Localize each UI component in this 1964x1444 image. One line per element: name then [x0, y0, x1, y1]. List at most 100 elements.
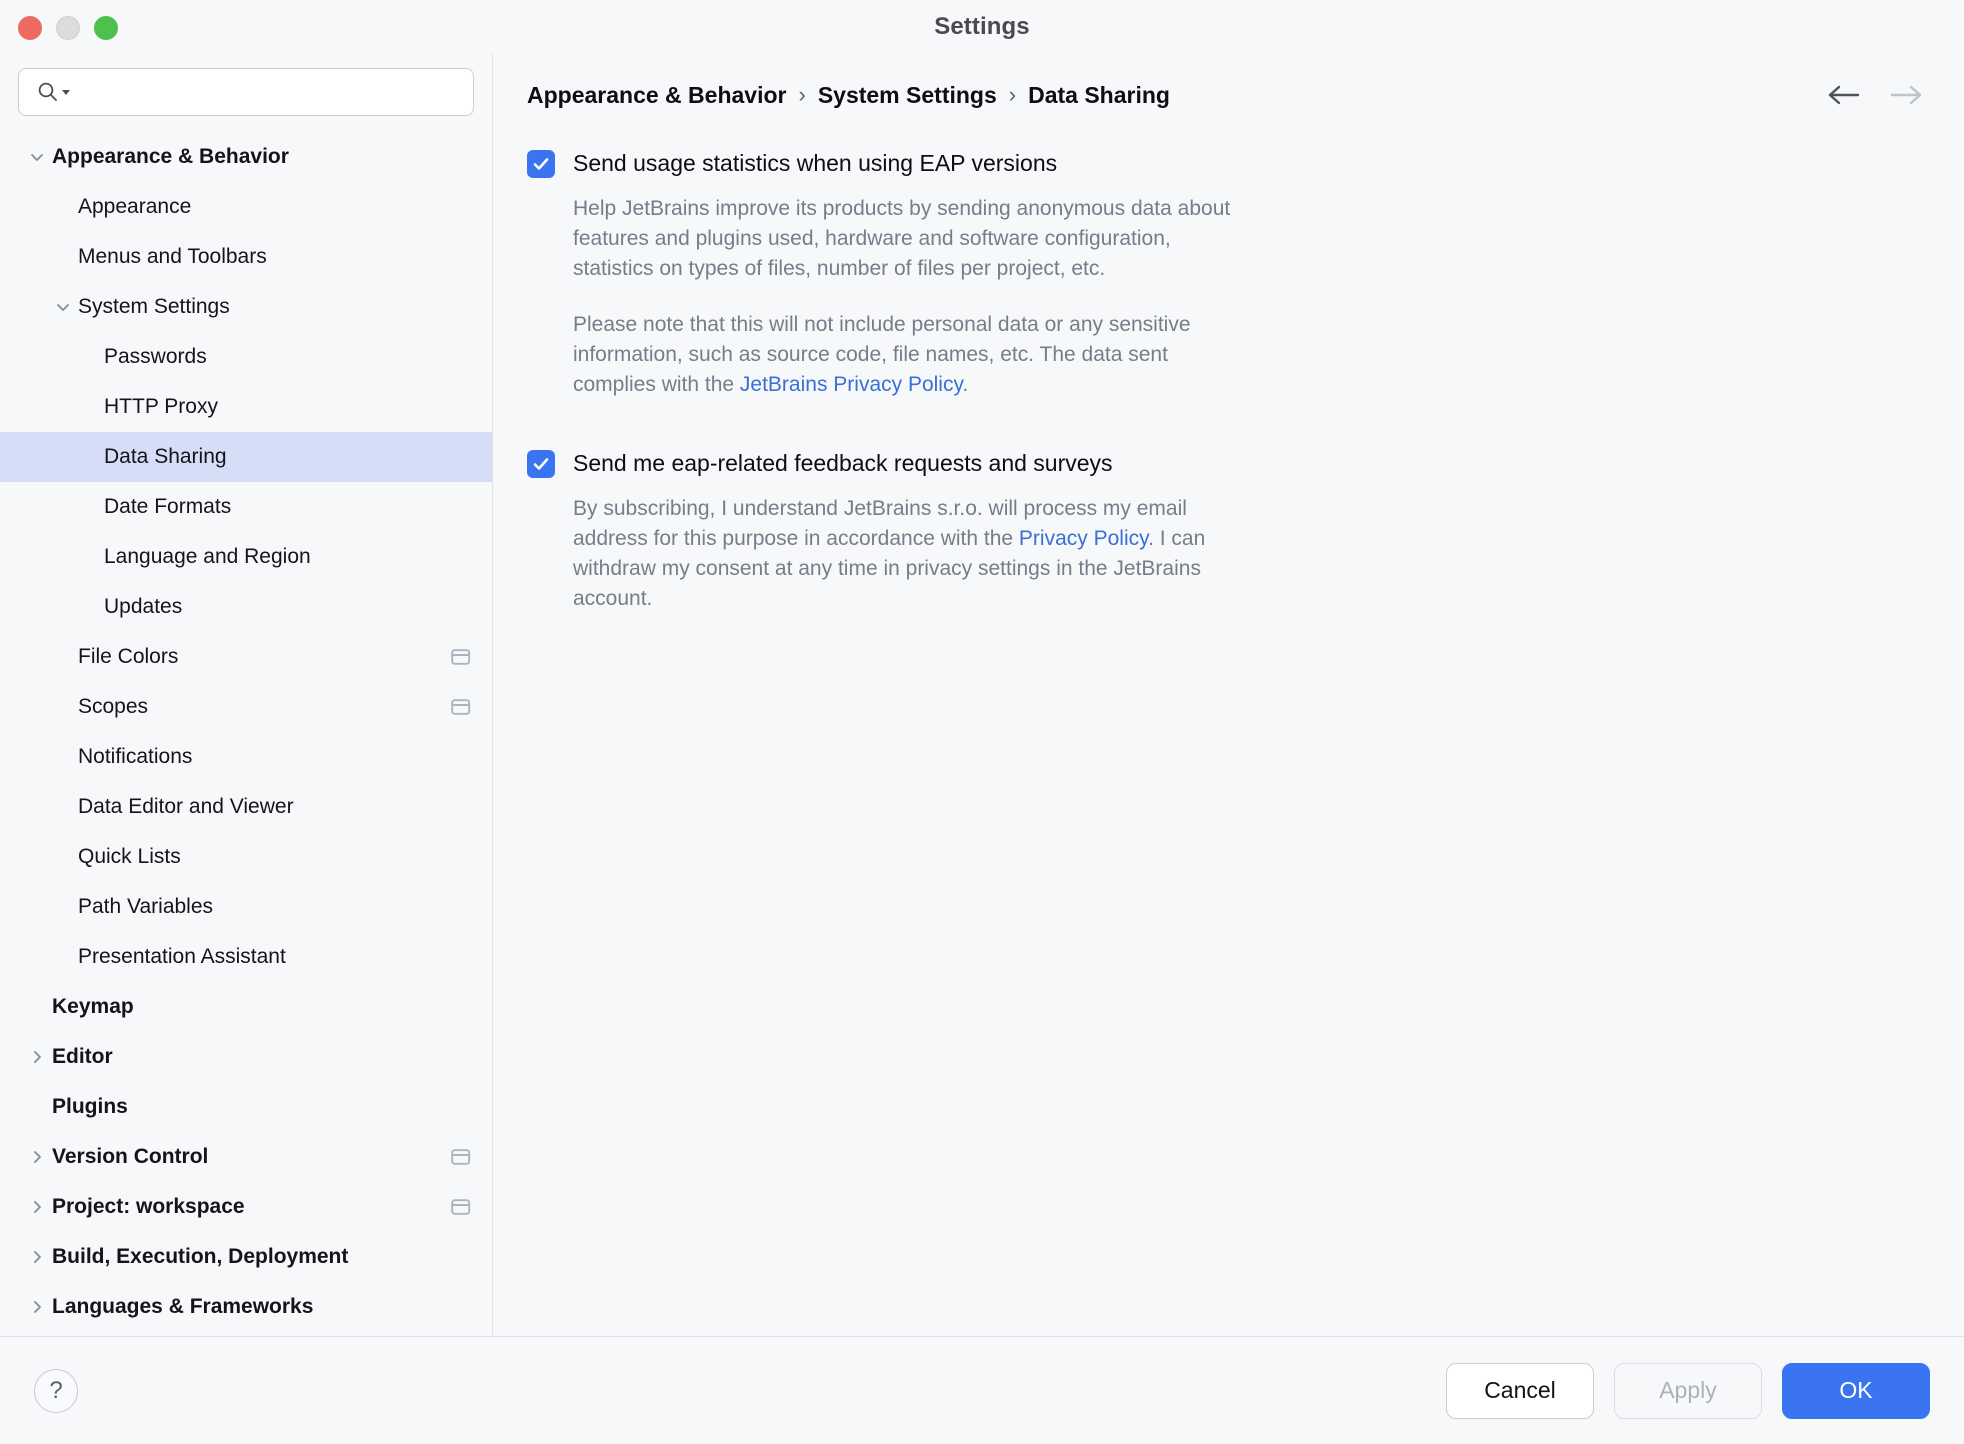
breadcrumb: Appearance & Behavior › System Settings › Da… [527, 82, 1170, 109]
sidebar-item-presentation-assistant[interactable]: Presentation Assistant [0, 932, 492, 982]
minimize-window-button[interactable] [56, 16, 80, 40]
checkbox[interactable] [527, 150, 555, 178]
chevron-right-icon[interactable] [22, 1248, 52, 1266]
sidebar-item-label: Presentation Assistant [78, 945, 286, 968]
sidebar-item-quick-lists[interactable]: Quick Lists [0, 832, 492, 882]
sidebar-item-project-workspace[interactable]: Project: workspace [0, 1182, 492, 1232]
setting-block: Send usage statistics when using EAP ver… [527, 146, 1930, 400]
sidebar-item-passwords[interactable]: Passwords [0, 332, 492, 382]
sidebar-item-notifications[interactable]: Notifications [0, 732, 492, 782]
breadcrumb-separator: › [1008, 82, 1017, 107]
chevron-right-icon [34, 1151, 41, 1163]
forward-arrow-icon[interactable] [1888, 83, 1924, 107]
chevron-right-icon[interactable] [22, 1048, 52, 1066]
sidebar-item-appearance[interactable]: Appearance [0, 182, 492, 232]
setting-description: Help JetBrains improve its products by s… [573, 194, 1253, 284]
sidebar-item-editor[interactable]: Editor [0, 1032, 492, 1082]
sidebar-item-updates[interactable]: Updates [0, 582, 492, 632]
close-window-button[interactable] [18, 16, 42, 40]
traffic-lights [18, 16, 118, 40]
sidebar-item-label: Date Formats [104, 495, 232, 518]
sidebar-item-label: File Colors [78, 645, 179, 668]
setting-description: Please note that this will not include p… [573, 310, 1253, 400]
settings-sidebar: Appearance & Behavior Appearance Menus and… [0, 54, 493, 1336]
settings-content: Send usage statistics when using EAP ver… [493, 110, 1964, 1336]
checkmark-icon [533, 458, 549, 470]
sidebar-item-file-colors[interactable]: File Colors [0, 632, 492, 682]
sidebar-item-label: HTTP Proxy [104, 395, 218, 418]
privacy-policy-link[interactable]: JetBrains Privacy Policy [740, 373, 963, 396]
dialog-body: Appearance & Behavior Appearance Menus and… [0, 54, 1964, 1336]
footer-actions: Cancel Apply OK [1446, 1362, 1930, 1419]
breadcrumb-crumb[interactable]: System Settings [818, 82, 997, 109]
chevron-right-icon [34, 1301, 41, 1313]
chevron-right-icon[interactable] [22, 1298, 52, 1316]
sidebar-item-path-variables[interactable]: Path Variables [0, 882, 492, 932]
apply-button[interactable]: Apply [1614, 1362, 1762, 1419]
settings-main-panel: Appearance & Behavior › System Settings › Da… [493, 54, 1964, 1336]
sidebar-item-label: Passwords [104, 345, 207, 368]
sidebar-item-label: Scopes [78, 695, 149, 718]
chevron-down-icon[interactable] [48, 298, 78, 316]
chevron-right-icon[interactable] [22, 1198, 52, 1216]
sidebar-item-label: Language and Region [104, 545, 311, 568]
sidebar-item-label: Languages & Frameworks [52, 1295, 314, 1318]
setting-description: By subscribing, I understand JetBrains s… [573, 494, 1233, 614]
sidebar-item-version-control[interactable]: Version Control [0, 1132, 492, 1182]
sidebar-item-system-settings[interactable]: System Settings [0, 282, 492, 332]
sidebar-item-date-formats[interactable]: Date Formats [0, 482, 492, 532]
sidebar-item-label: Menus and Toolbars [78, 245, 267, 268]
sidebar-item-data-sharing[interactable]: Data Sharing [0, 432, 492, 482]
chevron-right-icon [34, 1201, 41, 1213]
search-container [0, 54, 492, 132]
sidebar-item-label: Build, Execution, Deployment [52, 1245, 349, 1268]
sidebar-item-build-execution-deployment[interactable]: Build, Execution, Deployment [0, 1232, 492, 1282]
sidebar-item-languages-frameworks[interactable]: Languages & Frameworks [0, 1282, 492, 1332]
sidebar-item-label: Appearance [78, 195, 192, 218]
chevron-down-icon [57, 304, 69, 311]
sidebar-item-scopes[interactable]: Scopes [0, 682, 492, 732]
search-input[interactable] [72, 80, 461, 104]
cancel-button[interactable]: Cancel [1446, 1362, 1594, 1419]
title-bar: Settings [0, 0, 1964, 54]
breadcrumb-crumb[interactable]: Data Sharing [1028, 82, 1170, 109]
sidebar-item-language-and-region[interactable]: Language and Region [0, 532, 492, 582]
checkbox-row[interactable]: Send me eap-related feedback requests an… [527, 446, 1930, 480]
sidebar-item-plugins[interactable]: Plugins [0, 1082, 492, 1132]
checkbox[interactable] [527, 450, 555, 478]
checkmark-icon [533, 158, 549, 170]
sidebar-item-label: Data Sharing [104, 445, 227, 468]
sidebar-item-label: Appearance & Behavior [52, 145, 289, 168]
sidebar-item-label: Path Variables [78, 895, 214, 918]
project-scope-icon [450, 1197, 472, 1217]
project-scope-icon [451, 699, 471, 715]
privacy-policy-link[interactable]: Privacy Policy [1019, 527, 1148, 550]
breadcrumb-separator: › [798, 82, 806, 107]
help-button[interactable]: ? [34, 1368, 78, 1413]
window-title: Settings [934, 13, 1030, 40]
maximize-window-button[interactable] [94, 16, 118, 40]
project-scope-icon [451, 1149, 471, 1165]
breadcrumb-crumb[interactable]: Appearance & Behavior [527, 82, 786, 109]
checkbox-row[interactable]: Send usage statistics when using EAP ver… [527, 146, 1930, 180]
chevron-down-icon[interactable] [22, 148, 52, 166]
back-arrow-icon[interactable] [1826, 83, 1862, 107]
project-scope-icon [450, 1147, 472, 1167]
sidebar-item-label: Plugins [52, 1095, 128, 1118]
navigation-arrows [1826, 83, 1930, 107]
chevron-right-icon[interactable] [22, 1148, 52, 1166]
setting-block: Send me eap-related feedback requests an… [527, 446, 1930, 614]
sidebar-item-menus-and-toolbars[interactable]: Menus and Toolbars [0, 232, 492, 282]
dialog-footer: ? Cancel Apply OK [0, 1336, 1964, 1444]
sidebar-item-keymap[interactable]: Keymap [0, 982, 492, 1032]
search-box[interactable] [18, 68, 474, 116]
search-icon[interactable] [31, 81, 72, 103]
ok-button[interactable]: OK [1782, 1362, 1930, 1419]
sidebar-item-appearance-behavior[interactable]: Appearance & Behavior [0, 132, 492, 182]
chevron-right-icon [34, 1051, 41, 1063]
sidebar-item-data-editor-and-viewer[interactable]: Data Editor and Viewer [0, 782, 492, 832]
sidebar-item-label: Quick Lists [78, 845, 181, 868]
settings-tree[interactable]: Appearance & Behavior Appearance Menus and… [0, 132, 492, 1336]
sidebar-item-label: Data Editor and Viewer [78, 795, 294, 818]
sidebar-item-http-proxy[interactable]: HTTP Proxy [0, 382, 492, 432]
